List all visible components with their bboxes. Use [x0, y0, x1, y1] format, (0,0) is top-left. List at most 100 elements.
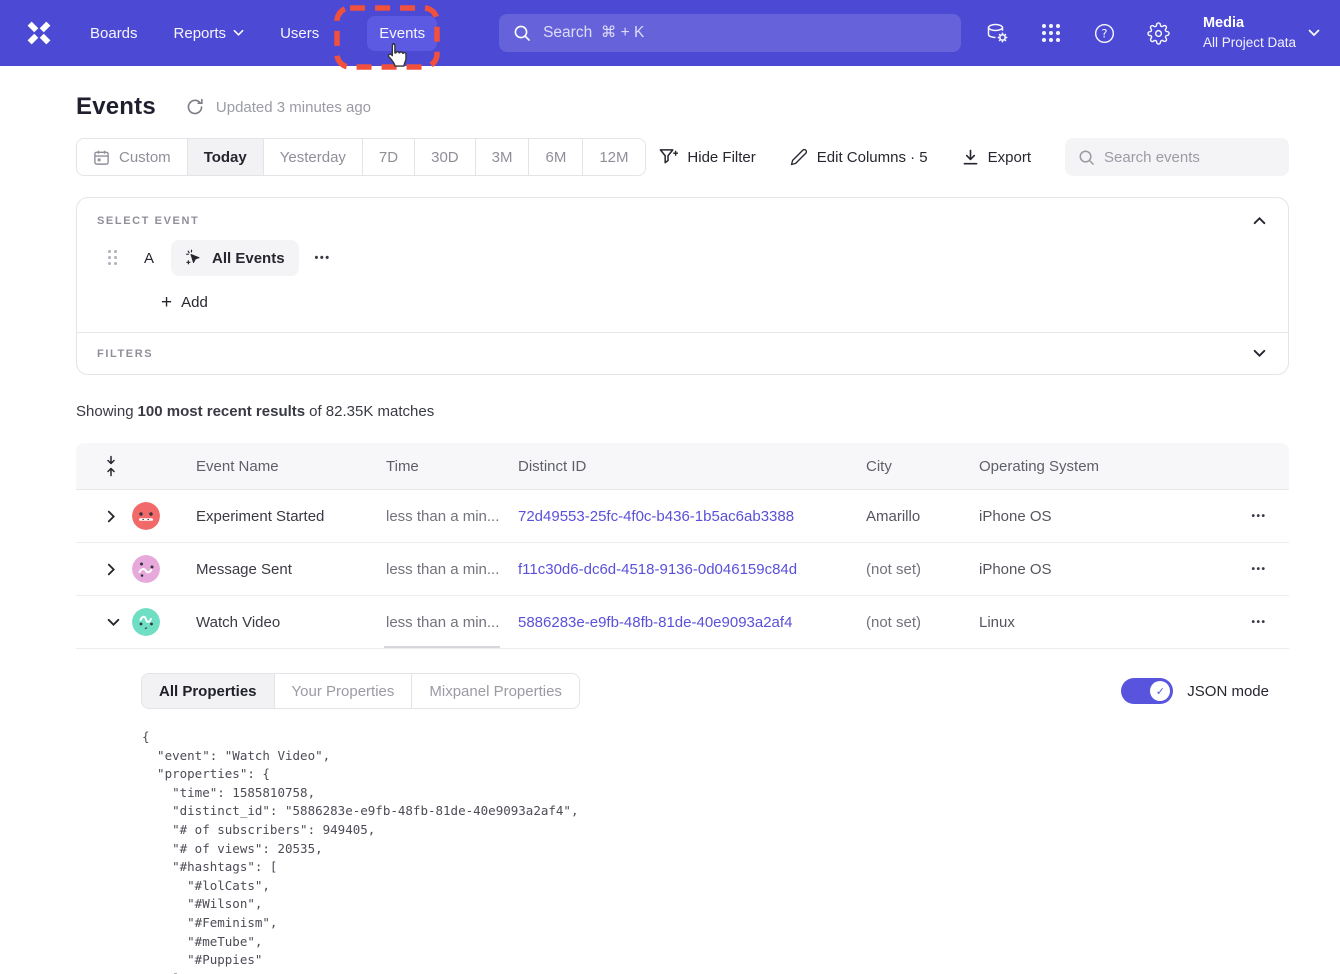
project-subtitle: All Project Data [1203, 34, 1296, 52]
chevron-down-icon [233, 29, 244, 37]
page-header: Events Updated 3 minutes ago [76, 93, 1289, 121]
plus-icon: + [161, 293, 172, 312]
search-events-input[interactable] [1104, 149, 1276, 166]
svg-text:?: ? [1102, 26, 1108, 40]
date-option-3m[interactable]: 3M [475, 139, 529, 175]
distinct-id-link[interactable]: f11c30d6-dc6d-4518-9136-0d046159c84d [518, 561, 866, 578]
event-json-view: { "event": "Watch Video", "properties": … [142, 728, 1269, 974]
user-avatar[interactable] [132, 502, 160, 530]
table-row-expanded: Watch Video less than a min... 5886283e-… [76, 596, 1289, 649]
page-title: Events [76, 93, 156, 121]
add-event-button[interactable]: + Add [161, 293, 208, 312]
collapse-rows-icon[interactable] [104, 455, 132, 477]
date-option-30d[interactable]: 30D [414, 139, 475, 175]
filters-section: FILTERS [77, 333, 1288, 374]
tab-your-properties[interactable]: Your Properties [274, 674, 412, 708]
chevron-down-icon [1308, 29, 1320, 37]
project-switcher[interactable]: Media All Project Data [1203, 14, 1320, 52]
date-option-7d[interactable]: 7D [362, 139, 414, 175]
date-range-picker: Custom Today Yesterday 7D 30D 3M 6M 12M [76, 138, 646, 176]
export-button[interactable]: Export [962, 149, 1031, 166]
tab-all-properties[interactable]: All Properties [142, 674, 274, 708]
event-row-letter: A [144, 250, 154, 267]
expand-row-icon[interactable] [104, 560, 132, 579]
drag-handle[interactable] [108, 250, 118, 266]
event-city: (not set) [866, 614, 979, 631]
nav-item-boards[interactable]: Boards [90, 25, 138, 42]
filters-label: FILTERS [97, 348, 153, 360]
date-option-6m[interactable]: 6M [528, 139, 582, 175]
event-city: (not set) [866, 561, 979, 578]
results-count: 100 most recent results [138, 403, 306, 420]
results-summary: Showing100 most recent resultsof 82.35K … [76, 403, 1289, 420]
event-query-row: A All Events [97, 240, 1268, 276]
select-event-label: SELECT EVENT [97, 215, 199, 227]
mixpanel-logo-icon[interactable] [22, 16, 56, 50]
query-builder-card: SELECT EVENT A [76, 197, 1289, 375]
data-management-icon[interactable] [985, 21, 1009, 45]
date-option-yesterday[interactable]: Yesterday [263, 139, 362, 175]
user-avatar[interactable] [132, 608, 160, 636]
table-row: Message Sent less than a min... f11c30d6… [76, 543, 1289, 596]
event-time: less than a min... [386, 614, 518, 631]
date-option-custom[interactable]: Custom [77, 139, 187, 175]
event-detail-panel: All Properties Your Properties Mixpanel … [76, 649, 1289, 974]
collapse-section-icon[interactable] [1251, 214, 1268, 227]
row-actions-button[interactable]: ••• [1251, 564, 1266, 575]
json-mode-toggle[interactable]: ✓ [1121, 678, 1173, 704]
apps-grid-icon[interactable] [1039, 21, 1063, 45]
event-time: less than a min... [386, 508, 518, 525]
col-time[interactable]: Time [386, 458, 518, 475]
col-operating-system[interactable]: Operating System [979, 458, 1229, 475]
pencil-icon [790, 148, 808, 166]
expand-row-icon[interactable] [104, 507, 132, 526]
search-icon [1078, 149, 1095, 166]
col-city[interactable]: City [866, 458, 979, 475]
events-table: Event Name Time Distinct ID City Operati… [76, 443, 1289, 974]
date-option-12m[interactable]: 12M [582, 139, 644, 175]
project-name: Media [1203, 14, 1296, 34]
event-more-button[interactable]: ••• [315, 252, 331, 264]
search-events[interactable] [1065, 138, 1289, 176]
calendar-icon [93, 149, 110, 166]
table-row: Experiment Started less than a min... 72… [76, 490, 1289, 543]
event-city: Amarillo [866, 508, 979, 525]
date-option-today[interactable]: Today [187, 139, 263, 175]
nav-item-events[interactable]: Events [367, 16, 437, 51]
event-time: less than a min... [386, 561, 518, 578]
expand-filters-icon[interactable] [1251, 347, 1268, 360]
table-header: Event Name Time Distinct ID City Operati… [76, 443, 1289, 490]
event-name: Experiment Started [196, 508, 386, 525]
controls-row: Custom Today Yesterday 7D 30D 3M 6M 12M [76, 138, 1289, 176]
row-actions-button[interactable]: ••• [1251, 511, 1266, 522]
row-actions-button[interactable]: ••• [1251, 617, 1266, 628]
nav-item-reports[interactable]: Reports [174, 25, 245, 42]
events-content: Events Updated 3 minutes ago [0, 93, 1340, 974]
refresh-icon[interactable] [186, 98, 204, 116]
user-avatar[interactable] [132, 555, 160, 583]
edit-columns-button[interactable]: Edit Columns · 5 [790, 148, 928, 166]
tab-mixpanel-properties[interactable]: Mixpanel Properties [411, 674, 579, 708]
top-nav: Boards Reports Users Events [0, 0, 1340, 66]
event-name: Watch Video [196, 614, 386, 631]
event-cursor-icon [185, 249, 203, 267]
distinct-id-link[interactable]: 72d49553-25fc-4f0c-b436-1b5ac6ab3388 [518, 508, 866, 525]
help-icon[interactable]: ? [1093, 21, 1117, 45]
updated-status: Updated 3 minutes ago [216, 99, 371, 116]
settings-icon[interactable] [1147, 21, 1171, 45]
event-name: Message Sent [196, 561, 386, 578]
primary-nav: Boards Reports Users Events [90, 16, 437, 51]
col-distinct-id[interactable]: Distinct ID [518, 458, 866, 475]
toggle-check-icon: ✓ [1150, 681, 1170, 701]
col-event-name[interactable]: Event Name [196, 458, 386, 475]
collapse-row-icon[interactable] [104, 615, 132, 630]
event-selector-chip[interactable]: All Events [171, 240, 299, 276]
nav-item-users[interactable]: Users [280, 25, 319, 42]
global-search[interactable] [499, 14, 961, 52]
search-icon [513, 24, 531, 42]
distinct-id-link[interactable]: 5886283e-e9fb-48fb-81de-40e9093a2af4 [518, 614, 866, 631]
event-os: Linux [979, 614, 1229, 631]
properties-tabs: All Properties Your Properties Mixpanel … [141, 673, 580, 709]
hide-filter-button[interactable]: Hide Filter [659, 148, 755, 166]
global-search-input[interactable] [543, 24, 947, 42]
